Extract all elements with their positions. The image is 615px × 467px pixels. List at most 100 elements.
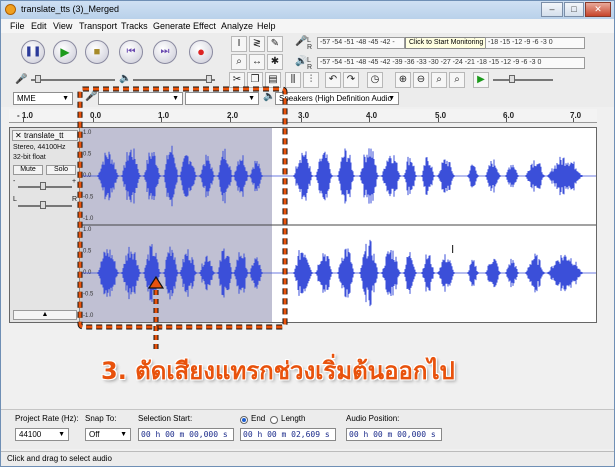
ruler-tick <box>23 118 24 122</box>
project-rate-select[interactable]: 44100 ▼ <box>15 428 69 441</box>
skip-start-button[interactable]: ⏮ <box>119 40 143 64</box>
input-volume-knob[interactable] <box>35 75 41 83</box>
ruler-tick-label: 7.0 <box>570 111 582 120</box>
mic-volume-icon: 🎤 <box>15 74 28 85</box>
paste-button[interactable]: ▤ <box>265 72 281 88</box>
skip-end-icon: ⏭ <box>160 46 170 57</box>
close-track-icon[interactable]: ✕ <box>15 131 24 140</box>
pan-left-label: L <box>13 196 17 203</box>
ruler-tick <box>438 118 439 122</box>
magnifier-icon: ⌕ <box>236 56 242 67</box>
envelope-tool-button[interactable]: ≷ <box>249 36 265 52</box>
timeshift-tool-button[interactable]: ↔ <box>249 54 265 70</box>
play-button[interactable]: ▶ <box>53 40 77 64</box>
end-radio[interactable] <box>240 416 248 424</box>
output-volume-slider[interactable] <box>133 79 215 81</box>
minimize-button[interactable]: – <box>541 2 563 17</box>
ruler-tick-label: 0.0 <box>90 111 102 120</box>
fit-project-button[interactable]: ⌕ <box>449 72 465 88</box>
audio-host-select[interactable]: MME ▼ <box>13 92 73 105</box>
draw-tool-button[interactable]: ✎ <box>267 36 283 52</box>
audio-position-field[interactable]: 00 h 00 m 00,000 s <box>346 428 442 441</box>
playback-meter[interactable]: -57 -54 -51 -48 -45 -42 -39 -36 -33 -30 … <box>317 57 585 69</box>
amplitude-scale-label: -1.0 <box>83 313 94 319</box>
selection-toolbar: Project Rate (Hz): 44100 ▼ Snap To: Off … <box>1 409 614 449</box>
project-rate-value: 44100 <box>19 430 42 439</box>
output-volume-knob[interactable] <box>206 75 212 83</box>
selection-start-field[interactable]: 00 h 00 m 00,000 s <box>138 428 234 441</box>
redo-button[interactable]: ↷ <box>343 72 359 88</box>
menu-view[interactable]: View <box>53 21 72 31</box>
amplitude-scale-label: -0.5 <box>83 292 94 298</box>
envelope-icon: ≷ <box>252 38 262 49</box>
skip-end-button[interactable]: ⏭ <box>153 40 177 64</box>
sync-lock-button[interactable]: ◷ <box>367 72 383 88</box>
recording-device-select[interactable]: ▼ <box>98 92 183 105</box>
ruler-tick-label: 1.0 <box>158 111 170 120</box>
ruler-tick-label: 5.0 <box>435 111 447 120</box>
skip-start-icon: ⏮ <box>126 46 136 57</box>
maximize-button[interactable]: □ <box>564 2 584 17</box>
mute-button[interactable]: Mute <box>13 165 43 175</box>
window-title: translate_tts (3)_Merged <box>21 4 120 14</box>
record-meter[interactable]: -57 -54 -51 -48 -45 -42 - <box>317 37 405 49</box>
project-rate-label: Project Rate (Hz): <box>15 414 79 423</box>
play-at-speed-button[interactable]: ▶ <box>473 72 489 88</box>
zoom-tool-button[interactable]: ⌕ <box>231 54 247 70</box>
waveform-left-channel[interactable] <box>97 145 583 207</box>
play-at-speed-icon: ▶ <box>477 74 485 85</box>
silence-button[interactable]: ⫶ <box>303 72 319 88</box>
zoom-out-button[interactable]: ⊖ <box>413 72 429 88</box>
chevron-down-icon: ▼ <box>120 431 127 438</box>
pause-button[interactable]: ❚❚ <box>21 40 45 64</box>
track-name-menu[interactable]: ✕ translate_tt <box>12 130 78 141</box>
end-radio-label: End <box>251 414 266 423</box>
multi-tool-button[interactable]: ✱ <box>267 54 283 70</box>
ruler-tick <box>230 118 231 122</box>
selection-end-field[interactable]: 00 h 00 m 02,609 s <box>240 428 336 441</box>
pan-slider-knob[interactable] <box>40 201 46 209</box>
pencil-icon: ✎ <box>270 38 280 49</box>
menu-analyze[interactable]: Analyze <box>221 21 253 31</box>
track-area: ✕ translate_tt Stereo, 44100Hz 32-bit fl… <box>9 127 597 323</box>
menu-help[interactable]: Help <box>257 21 276 31</box>
gain-minus-label: - <box>13 178 16 185</box>
gain-slider-knob[interactable] <box>40 182 46 190</box>
recording-channels-select[interactable]: ▼ <box>185 92 259 105</box>
record-button[interactable]: ● <box>189 40 213 64</box>
track-bit-depth: 32-bit float <box>13 154 46 161</box>
menu-effect[interactable]: Effect <box>193 21 216 31</box>
snap-to-select[interactable]: Off ▼ <box>85 428 131 441</box>
waveform-svg[interactable]: 1.00.50.0-0.5-1.01.00.50.0-0.5-1.0 <box>82 128 596 322</box>
waveform-display[interactable]: 1.0 0.5 0.0 -0.5 -1.0 1.0 0.5 0.0 -0.5 -1.0 <box>82 128 596 322</box>
play-icon: ▶ <box>60 45 70 59</box>
menu-bar: File Edit View Transport Tracks Generate… <box>1 19 614 33</box>
menu-generate[interactable]: Generate <box>153 21 191 31</box>
length-radio[interactable] <box>270 416 278 424</box>
undo-button[interactable]: ↶ <box>325 72 341 88</box>
timeline-ruler[interactable]: - 1.0 0.0 1.0 2.0 3.0 4.0 5.0 6.0 7.0 <box>9 109 597 123</box>
play-speed-knob[interactable] <box>509 75 515 83</box>
selection-tool-button[interactable]: I <box>231 36 247 52</box>
close-button[interactable]: ✕ <box>585 2 611 17</box>
stop-button[interactable]: ■ <box>85 40 109 64</box>
menu-edit[interactable]: Edit <box>31 21 47 31</box>
cut-button[interactable]: ✂ <box>229 72 245 88</box>
zoom-in-button[interactable]: ⊕ <box>395 72 411 88</box>
menu-tracks[interactable]: Tracks <box>121 21 148 31</box>
copy-icon: ❐ <box>250 74 260 85</box>
playback-device-icon: 🔈 <box>263 91 276 102</box>
undo-icon: ↶ <box>328 74 338 85</box>
copy-button[interactable]: ❐ <box>247 72 263 88</box>
menu-transport[interactable]: Transport <box>79 21 117 31</box>
fit-selection-button[interactable]: ⌕ <box>431 72 447 88</box>
trim-button[interactable]: ⫼ <box>285 72 301 88</box>
play-speed-slider[interactable] <box>493 79 553 81</box>
length-radio-label: Length <box>281 414 306 423</box>
menu-file[interactable]: File <box>10 21 25 31</box>
playback-device-select[interactable]: Speakers (High Definition Audio ▼ <box>275 92 399 105</box>
collapse-track-button[interactable]: ▲ <box>13 310 77 320</box>
input-volume-slider[interactable] <box>31 79 115 81</box>
solo-button[interactable]: Solo <box>46 165 76 175</box>
chevron-down-icon: ▼ <box>388 95 395 102</box>
